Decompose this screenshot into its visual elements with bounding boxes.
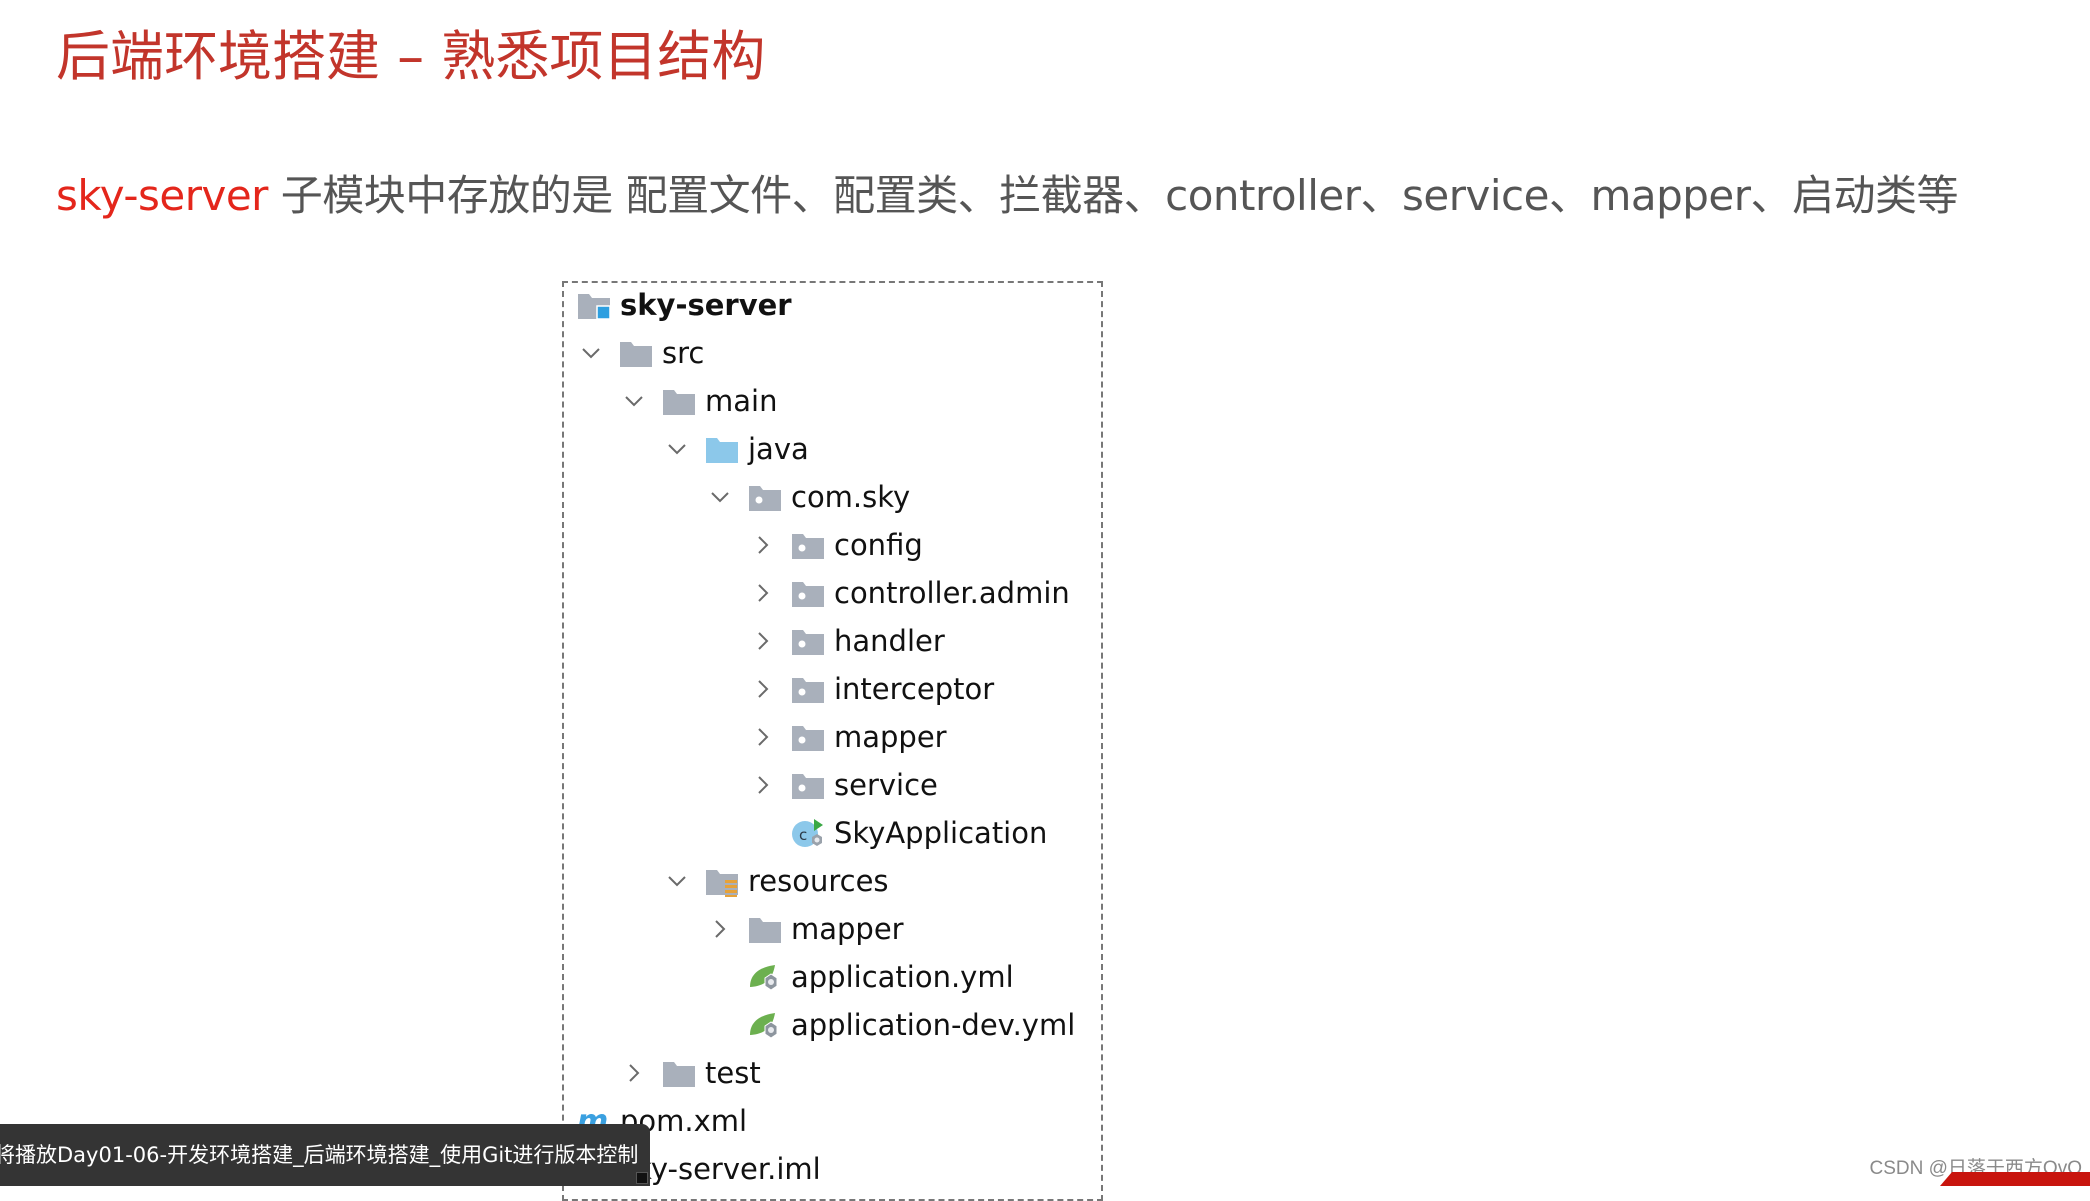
- package-icon: [790, 529, 826, 561]
- next-video-text: 将播放Day01-06-开发环境搭建_后端环境搭建_使用Git进行版本控制: [0, 1143, 639, 1167]
- tree-item-handler[interactable]: handler: [748, 617, 945, 665]
- subtitle-text: 子模块中存放的是 配置文件、配置类、拦截器、controller、service…: [267, 171, 1959, 220]
- package-icon: [790, 625, 826, 657]
- resources-folder-icon: [704, 865, 740, 897]
- tree-item-label: interceptor: [834, 672, 995, 706]
- chevron-right-icon[interactable]: [748, 578, 778, 608]
- package-icon: [790, 577, 826, 609]
- folder-icon: [661, 1057, 697, 1089]
- tree-item-skyapplication[interactable]: c SkyApplication: [748, 809, 1047, 857]
- tree-item-label: sky-server: [620, 288, 792, 322]
- package-icon: [790, 721, 826, 753]
- chevron-right-icon[interactable]: [705, 914, 735, 944]
- chevron-right-icon[interactable]: [748, 626, 778, 656]
- folder-icon: [747, 913, 783, 945]
- svg-text:c: c: [799, 826, 807, 844]
- spring-config-icon: [747, 1009, 783, 1041]
- tree-item-label: mapper: [834, 720, 947, 754]
- chevron-down-icon[interactable]: [662, 434, 692, 464]
- tree-item-label: mapper: [791, 912, 904, 946]
- chevron-down-icon[interactable]: [662, 866, 692, 896]
- next-video-toast[interactable]: 将播放Day01-06-开发环境搭建_后端环境搭建_使用Git进行版本控制: [0, 1124, 650, 1186]
- slide-subtitle: sky-server 子模块中存放的是 配置文件、配置类、拦截器、control…: [56, 166, 1959, 226]
- chevron-right-icon[interactable]: [748, 674, 778, 704]
- chevron-down-icon[interactable]: [619, 386, 649, 416]
- resize-handle-icon[interactable]: [636, 1172, 648, 1184]
- package-icon: [790, 769, 826, 801]
- chevron-down-icon[interactable]: [576, 338, 606, 368]
- tree-item-label: application-dev.yml: [791, 1008, 1076, 1042]
- spring-config-icon: [747, 961, 783, 993]
- tree-item-test[interactable]: test: [619, 1049, 761, 1097]
- tree-item-config[interactable]: config: [748, 521, 923, 569]
- tree-item-main[interactable]: main: [619, 377, 777, 425]
- tree-item-com-sky[interactable]: com.sky: [705, 473, 910, 521]
- package-icon: [747, 481, 783, 513]
- tree-item-sky-server[interactable]: sky-server: [534, 281, 792, 329]
- tree-item-src[interactable]: src: [576, 329, 704, 377]
- tree-item-java[interactable]: java: [662, 425, 809, 473]
- tree-item-label: main: [705, 384, 778, 418]
- tree-item-interceptor[interactable]: interceptor: [748, 665, 994, 713]
- tree-item-mapper[interactable]: mapper: [748, 713, 947, 761]
- tree-item-application-dev-yml[interactable]: application-dev.yml: [705, 1001, 1075, 1049]
- tree-item-label: com.sky: [791, 480, 911, 514]
- tree-item-application-yml[interactable]: application.yml: [705, 953, 1014, 1001]
- tree-item-label: controller.admin: [834, 576, 1070, 610]
- folder-icon: [661, 385, 697, 417]
- module-folder-icon: [576, 289, 612, 321]
- tree-item-service[interactable]: service: [748, 761, 938, 809]
- tree-item-label: config: [834, 528, 923, 562]
- tree-item-label: handler: [834, 624, 945, 658]
- module-name-highlight: sky-server: [56, 171, 268, 220]
- tree-item-mapper[interactable]: mapper: [705, 905, 904, 953]
- tree-item-label: service: [834, 768, 938, 802]
- tree-item-label: test: [705, 1056, 761, 1090]
- chevron-right-icon[interactable]: [748, 722, 778, 752]
- tree-item-label: java: [748, 432, 809, 466]
- chevron-right-icon[interactable]: [748, 770, 778, 800]
- tree-item-label: application.yml: [791, 960, 1014, 994]
- spring-boot-class-icon: c: [790, 817, 826, 849]
- chevron-right-icon[interactable]: [619, 1058, 649, 1088]
- chevron-down-icon[interactable]: [705, 482, 735, 512]
- slide-title: 后端环境搭建 – 熟悉项目结构: [56, 25, 766, 88]
- source-folder-icon: [704, 433, 740, 465]
- corner-logo: [1940, 1172, 2090, 1186]
- project-tree-panel: sky-server src main java com.sky config contro…: [562, 281, 1103, 1201]
- package-icon: [790, 673, 826, 705]
- chevron-right-icon[interactable]: [748, 530, 778, 560]
- folder-icon: [618, 337, 654, 369]
- tree-item-label: src: [662, 336, 705, 370]
- tree-item-controller-admin[interactable]: controller.admin: [748, 569, 1070, 617]
- tree-item-label: resources: [748, 864, 889, 898]
- tree-item-resources[interactable]: resources: [662, 857, 889, 905]
- tree-item-label: sky-server.iml: [620, 1152, 821, 1186]
- tree-item-label: SkyApplication: [834, 816, 1048, 850]
